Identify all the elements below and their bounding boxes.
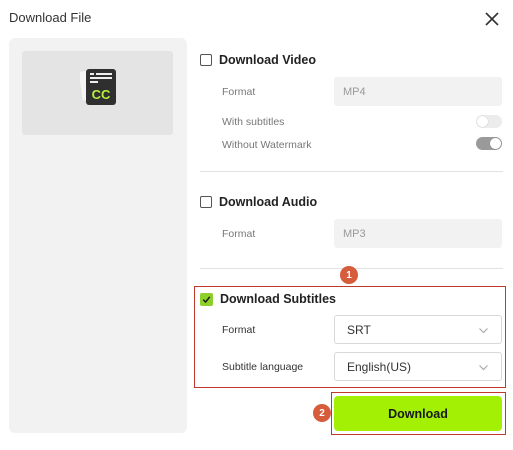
download-button[interactable]: Download <box>334 396 502 431</box>
subtitles-format-label: Format <box>222 324 256 336</box>
with-subtitles-label: With subtitles <box>222 116 285 128</box>
download-audio-option[interactable]: Download Audio <box>200 195 317 209</box>
video-format-value: MP4 <box>343 85 366 98</box>
svg-text:CC: CC <box>92 87 111 102</box>
toggle-knob <box>477 116 488 127</box>
download-audio-checkbox[interactable] <box>200 196 212 208</box>
step-badge-1: 1 <box>340 266 358 284</box>
chevron-down-icon <box>479 365 488 371</box>
subtitle-language-select[interactable]: English(US) <box>334 352 502 381</box>
subtitle-language-value: English(US) <box>347 359 412 374</box>
without-watermark-label: Without Watermark <box>222 139 312 151</box>
subtitles-format-value: SRT <box>347 322 371 337</box>
subtitles-format-select[interactable]: SRT <box>334 315 502 344</box>
dialog-title: Download File <box>9 10 92 25</box>
audio-format-value: MP3 <box>343 227 366 240</box>
audio-format-field: MP3 <box>334 219 502 248</box>
chevron-down-icon <box>479 328 488 334</box>
toggle-knob <box>490 138 501 149</box>
download-subtitles-label: Download Subtitles <box>220 292 336 306</box>
download-video-option[interactable]: Download Video <box>200 53 316 67</box>
section-divider <box>200 171 503 172</box>
close-button[interactable] <box>483 10 501 28</box>
audio-format-label: Format <box>222 228 256 240</box>
download-subtitles-option[interactable]: Download Subtitles <box>200 292 336 306</box>
preview-panel: CC <box>9 38 187 433</box>
step-badge-2: 2 <box>313 404 331 422</box>
subtitle-language-label: Subtitle language <box>222 361 304 373</box>
video-format-label: Format <box>222 86 256 98</box>
download-video-label: Download Video <box>219 53 316 67</box>
with-subtitles-toggle[interactable] <box>476 115 502 128</box>
cc-subtitle-file-icon: CC <box>80 68 116 105</box>
check-icon <box>202 295 211 303</box>
download-audio-label: Download Audio <box>219 195 318 209</box>
close-icon <box>485 12 499 26</box>
video-format-field: MP4 <box>334 77 502 106</box>
download-video-checkbox[interactable] <box>200 54 212 66</box>
file-thumbnail: CC <box>22 51 173 135</box>
download-file-dialog: Download File CC Download Video Format M… <box>0 0 513 450</box>
without-watermark-toggle[interactable] <box>476 137 502 150</box>
download-subtitles-checkbox[interactable] <box>200 292 213 306</box>
